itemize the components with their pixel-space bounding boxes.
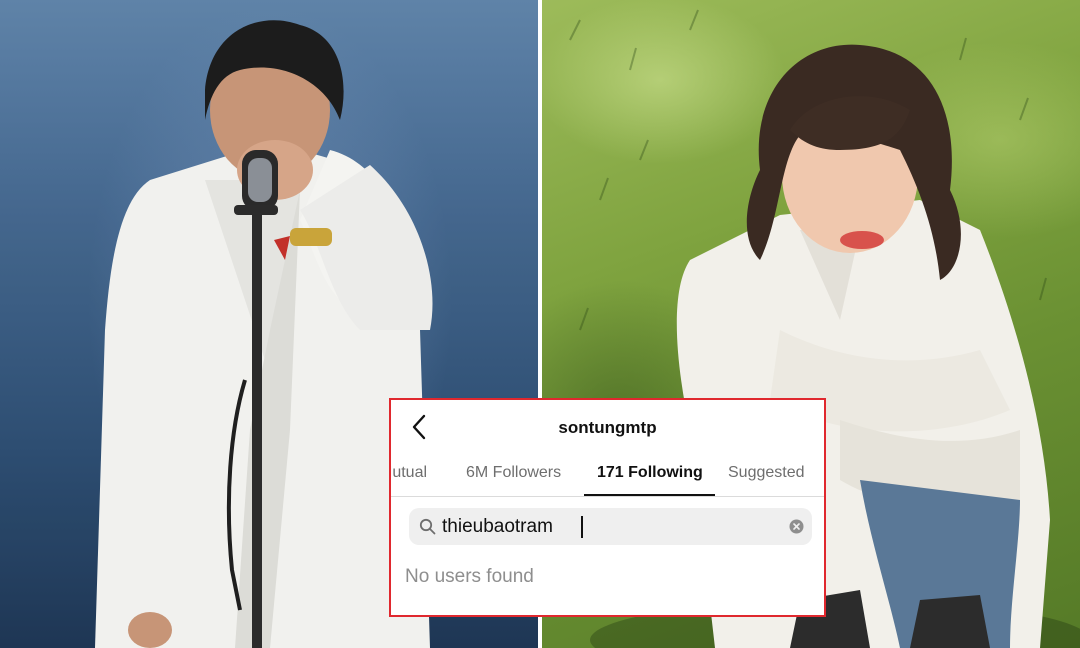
instagram-following-panel: sontungmtp Mutual 6M Followers 171 Follo… [389,398,826,617]
profile-header: sontungmtp [391,400,824,456]
text-caret [581,516,583,538]
tab-following[interactable]: 171 Following [597,464,703,482]
active-tab-indicator [584,494,715,496]
tab-followers[interactable]: 6M Followers [466,464,561,482]
search-input[interactable] [442,508,772,545]
search-bar[interactable] [409,508,812,545]
profile-username: sontungmtp [558,418,657,437]
tab-suggested[interactable]: Suggested [728,464,805,482]
follow-tabs: Mutual 6M Followers 171 Following Sugges… [391,460,824,497]
search-icon [419,518,436,535]
clear-circle-icon[interactable] [789,519,804,534]
tab-mutual[interactable]: Mutual [391,464,427,482]
no-results-message: No users found [405,566,534,587]
